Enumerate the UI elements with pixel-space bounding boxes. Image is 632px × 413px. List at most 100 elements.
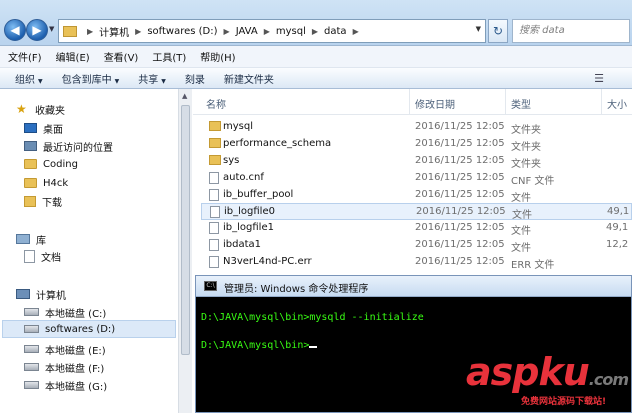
watermark-logo-main: aspku	[466, 350, 590, 394]
file-name: ib_logfile1	[223, 222, 274, 233]
column-divider[interactable]	[409, 89, 410, 115]
column-divider[interactable]	[505, 89, 506, 115]
file-row[interactable]: ib_buffer_pool 2016/11/25 12:05 文件	[201, 187, 632, 204]
menu-bar: 文件(F) 编辑(E) 查看(V) 工具(T) 帮助(H)	[0, 46, 632, 68]
file-name: mysql	[223, 121, 253, 132]
file-row[interactable]: performance_schema 2016/11/25 12:05 文件夹	[201, 136, 632, 153]
file-row[interactable]: ib_logfile1 2016/11/25 12:05 文件 49,1	[201, 220, 632, 237]
computer-icon	[16, 289, 30, 299]
nav-item-drive-d[interactable]: softwares (D:)	[2, 320, 176, 338]
file-name: auto.cnf	[223, 172, 264, 183]
chevron-down-icon: ▼	[114, 77, 120, 85]
nav-item-label: 本地磁盘 (C:)	[45, 308, 107, 320]
file-name: N3verL4nd-PC.err	[223, 256, 312, 267]
file-size: 12,2	[606, 239, 629, 250]
nav-item-drive-g[interactable]: 本地磁盘 (G:)	[24, 376, 107, 394]
file-icon	[209, 189, 219, 201]
file-row[interactable]: N3verL4nd-PC.err 2016/11/25 12:05 ERR 文件	[201, 254, 632, 271]
chevron-right-icon[interactable]: ▶	[312, 27, 318, 36]
file-icon	[209, 222, 219, 234]
menu-view[interactable]: 查看(V)	[104, 49, 139, 64]
file-row[interactable]: ib_logfile0 2016/11/25 12:05 文件 49,1	[201, 203, 632, 221]
nav-item-drive-c[interactable]: 本地磁盘 (C:)	[24, 303, 106, 321]
menu-file[interactable]: 文件(F)	[8, 49, 42, 64]
nav-item-drive-e[interactable]: 本地磁盘 (E:)	[24, 340, 106, 358]
folder-icon	[24, 178, 37, 188]
address-bar[interactable]: ▶ 计算机 ▶ softwares (D:) ▶ JAVA ▶ mysql ▶ …	[58, 19, 486, 43]
file-row[interactable]: sys 2016/11/25 12:05 文件夹	[201, 153, 632, 170]
watermark-logo-suffix: .com	[588, 370, 629, 389]
breadcrumb-mysql[interactable]: mysql	[276, 26, 306, 37]
column-divider[interactable]	[601, 89, 602, 115]
search-input[interactable]: 搜索 data	[512, 19, 630, 43]
file-row[interactable]: mysql 2016/11/25 12:05 文件夹	[201, 119, 632, 136]
chevron-down-icon[interactable]: ▼	[476, 25, 481, 33]
file-type: 文件	[511, 243, 531, 254]
include-in-library-label: 包含到库中	[61, 74, 112, 86]
file-modified: 2016/11/25 12:05	[415, 189, 505, 200]
column-header-row: 名称 修改日期 类型 大小	[193, 89, 632, 115]
scroll-up-icon[interactable]: ▲	[182, 92, 187, 100]
chevron-right-icon[interactable]: ▶	[264, 27, 270, 36]
nav-item-downloads[interactable]: 下载	[24, 192, 62, 210]
view-options-icon[interactable]: ☰	[594, 72, 604, 85]
nav-libraries-header[interactable]: 库	[16, 230, 46, 248]
cmd-line-prompt[interactable]: D:\JAVA\mysql\bin>	[201, 340, 318, 352]
command-prompt-icon: C:\	[204, 281, 217, 291]
chevron-right-icon[interactable]: ▶	[87, 27, 93, 36]
file-row[interactable]: auto.cnf 2016/11/25 12:05 CNF 文件	[201, 170, 632, 187]
column-header-name[interactable]: 名称	[206, 96, 226, 111]
file-type: 文件	[512, 210, 532, 221]
breadcrumb-drive-d[interactable]: softwares (D:)	[147, 26, 217, 37]
file-type: 文件	[511, 226, 531, 237]
drive-icon	[24, 363, 39, 371]
file-name: ibdata1	[223, 239, 262, 250]
back-button[interactable]: ◀	[4, 19, 26, 41]
new-folder-button[interactable]: 新建文件夹	[224, 71, 274, 86]
burn-button[interactable]: 刻录	[185, 71, 205, 86]
file-type: CNF 文件	[511, 176, 555, 187]
file-name: ib_logfile0	[224, 206, 275, 217]
drive-icon	[24, 308, 39, 316]
scrollbar-thumb[interactable]	[181, 105, 190, 355]
column-header-modified[interactable]: 修改日期	[415, 96, 455, 111]
chevron-right-icon[interactable]: ▶	[353, 27, 359, 36]
file-name: sys	[223, 155, 240, 166]
file-modified: 2016/11/25 12:05	[415, 138, 505, 149]
organize-button[interactable]: 组织 ▼	[15, 71, 43, 86]
share-button[interactable]: 共享 ▼	[138, 71, 166, 86]
drive-icon	[24, 325, 39, 333]
nav-item-label: softwares (D:)	[45, 323, 116, 335]
navigation-scrollbar[interactable]: ▲	[178, 89, 192, 413]
nav-item-documents[interactable]: 文档	[24, 247, 61, 265]
chevron-right-icon[interactable]: ▶	[224, 27, 230, 36]
nav-item-desktop[interactable]: 桌面	[24, 119, 63, 137]
nav-item-recent-places[interactable]: 最近访问的位置	[24, 137, 113, 155]
nav-item-h4ck[interactable]: H4ck	[24, 174, 68, 192]
recent-pages-dropdown[interactable]: ▼	[49, 25, 54, 33]
nav-item-drive-f[interactable]: 本地磁盘 (F:)	[24, 358, 104, 376]
menu-edit[interactable]: 编辑(E)	[56, 49, 90, 64]
nav-favorites-header[interactable]: ★ 收藏夹	[16, 100, 65, 118]
nav-item-label: Coding	[43, 158, 78, 170]
file-row[interactable]: ibdata1 2016/11/25 12:05 文件 12,2	[201, 237, 632, 254]
drive-icon	[24, 381, 39, 389]
nav-item-coding[interactable]: Coding	[24, 155, 78, 173]
cmd-titlebar[interactable]: C:\ 管理员: Windows 命令处理程序	[196, 276, 631, 297]
breadcrumb-data[interactable]: data	[324, 26, 347, 37]
downloads-icon	[24, 195, 36, 207]
breadcrumb-computer[interactable]: 计算机	[99, 24, 129, 39]
breadcrumb-java[interactable]: JAVA	[236, 26, 258, 37]
refresh-button[interactable]: ↻	[488, 19, 508, 43]
menu-tools[interactable]: 工具(T)	[152, 49, 186, 64]
share-label: 共享	[138, 74, 159, 86]
recent-places-icon	[24, 141, 37, 151]
file-modified: 2016/11/25 12:05	[415, 172, 505, 183]
forward-button[interactable]: ▶	[26, 19, 48, 41]
column-header-type[interactable]: 类型	[511, 96, 531, 111]
chevron-right-icon[interactable]: ▶	[135, 27, 141, 36]
column-header-size[interactable]: 大小	[607, 96, 627, 111]
nav-computer-header[interactable]: 计算机	[16, 285, 66, 303]
menu-help[interactable]: 帮助(H)	[200, 49, 235, 64]
include-in-library-button[interactable]: 包含到库中 ▼	[62, 71, 120, 86]
